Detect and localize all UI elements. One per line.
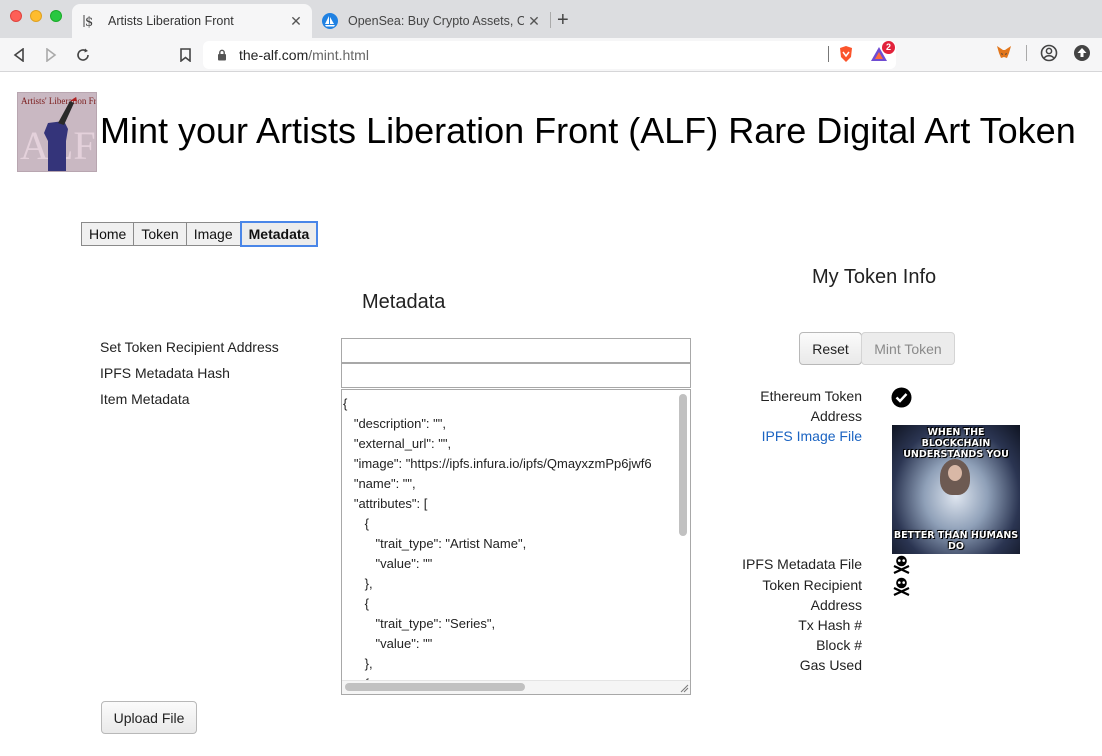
profile-icon[interactable] xyxy=(1040,44,1058,62)
browser-toolbar: the-alf.com/mint.html xyxy=(0,38,1102,72)
metadata-section-title: Metadata xyxy=(362,291,446,313)
skull-crossbones-icon xyxy=(893,555,910,574)
toolbar-divider xyxy=(1026,45,1027,61)
tab-close-icon[interactable]: ✕ xyxy=(286,13,306,30)
section-nav: Home Token Image Metadata xyxy=(81,221,319,247)
check-circle-icon xyxy=(891,387,912,408)
page-title: Mint your Artists Liberation Front (ALF)… xyxy=(100,110,1076,151)
token-meme-image: WHEN THE BLOCKCHAIN UNDERSTANDS YOU BETT… xyxy=(892,425,1020,554)
image-caption-top: WHEN THE BLOCKCHAIN UNDERSTANDS YOU xyxy=(903,427,1009,460)
svg-text:$: $ xyxy=(85,15,93,28)
nav-tab-metadata[interactable]: Metadata xyxy=(239,221,319,247)
brave-shields-icon[interactable] xyxy=(838,45,854,63)
token-info-title: My Token Info xyxy=(812,266,937,288)
tab-divider xyxy=(550,12,551,28)
tab-close-icon[interactable]: ✕ xyxy=(524,13,544,30)
opensea-sailboat-icon xyxy=(322,13,338,29)
url-path: /mint.html xyxy=(308,47,369,63)
ipfs-metadata-hash-input[interactable] xyxy=(341,363,691,388)
ipfs-image-file-link[interactable]: IPFS Image File xyxy=(762,426,862,446)
eth-token-address-label: Ethereum Token Address xyxy=(760,388,862,424)
nav-tab-home[interactable]: Home xyxy=(81,222,135,246)
tab-title: OpenSea: Buy Crypto Assets, Co xyxy=(348,14,524,28)
browser-tab-strip: $ Artists Liberation Front ✕ OpenSea: Bu… xyxy=(0,0,1102,38)
address-bar[interactable]: the-alf.com/mint.html xyxy=(203,41,896,69)
update-arrow-icon[interactable] xyxy=(1073,44,1091,62)
new-tab-plus-icon[interactable]: + xyxy=(557,9,569,32)
reload-icon[interactable] xyxy=(72,44,94,66)
skull-crossbones-icon xyxy=(893,577,910,596)
lock-icon xyxy=(215,49,229,61)
metamask-fox-icon[interactable] xyxy=(996,45,1012,63)
token-recipient-address-label: Token Recipient Address xyxy=(762,577,862,613)
back-icon[interactable] xyxy=(8,44,30,66)
bookmark-icon[interactable] xyxy=(174,44,196,66)
gas-used-label: Gas Used xyxy=(799,657,862,673)
recipient-address-input[interactable] xyxy=(341,338,691,363)
resize-grip-icon[interactable] xyxy=(679,683,689,693)
url-host: the-alf.com xyxy=(239,47,309,63)
rewards-badge: 2 xyxy=(882,41,895,54)
window-close-button[interactable] xyxy=(10,10,22,22)
ipfs-metadata-hash-label: IPFS Metadata Hash xyxy=(100,365,230,381)
horizontal-scrollbar[interactable] xyxy=(345,683,525,691)
window-minimize-button[interactable] xyxy=(30,10,42,22)
block-label: Block # xyxy=(816,637,862,653)
image-caption-bottom: BETTER THAN HUMANS DO xyxy=(893,530,1019,552)
tab-artists-liberation-front[interactable]: $ Artists Liberation Front ✕ xyxy=(72,4,312,38)
tab-opensea[interactable]: OpenSea: Buy Crypto Assets, Co ✕ xyxy=(312,4,550,38)
item-metadata-label: Item Metadata xyxy=(100,391,190,407)
forward-icon[interactable] xyxy=(40,44,62,66)
mint-token-button[interactable]: Mint Token xyxy=(861,332,955,365)
ipfs-metadata-file-label: IPFS Metadata File xyxy=(742,556,862,572)
item-metadata-content[interactable]: { "description": "", "external_url": "",… xyxy=(343,394,652,694)
toolbar-divider xyxy=(828,46,829,62)
recipient-address-label: Set Token Recipient Address xyxy=(100,339,279,355)
nav-tab-image[interactable]: Image xyxy=(185,222,241,246)
vertical-scrollbar[interactable] xyxy=(679,394,687,536)
dollar-sign-icon: $ xyxy=(82,13,98,29)
item-metadata-textarea[interactable]: { "description": "", "external_url": "",… xyxy=(341,389,691,695)
tx-hash-label: Tx Hash # xyxy=(798,617,862,633)
image-figure xyxy=(940,459,970,495)
upload-file-button[interactable]: Upload File xyxy=(101,701,197,734)
reset-button[interactable]: Reset xyxy=(799,332,862,365)
alf-logo: Artists' Liberation Front ALF xyxy=(17,92,97,172)
tab-title: Artists Liberation Front xyxy=(108,14,234,28)
nav-tab-token[interactable]: Token xyxy=(133,222,187,246)
window-zoom-button[interactable] xyxy=(50,10,62,22)
